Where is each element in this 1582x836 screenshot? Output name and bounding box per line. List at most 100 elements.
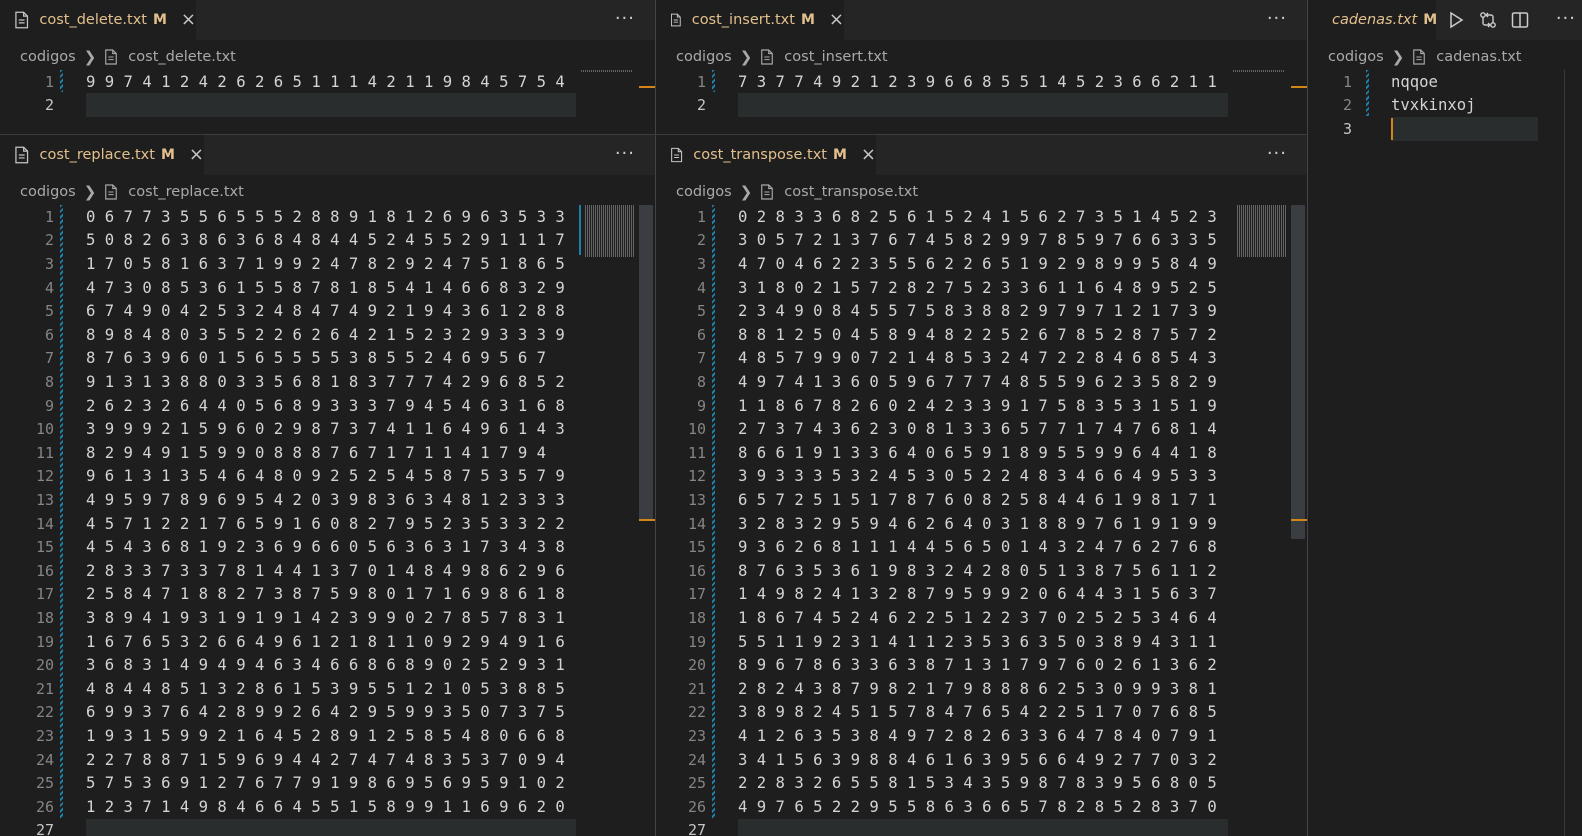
breadcrumb: codigos ❯ cost_delete.txt — [0, 40, 655, 74]
chevron-right-icon: ❯ — [739, 183, 753, 201]
code-line: 9 1 1 8 6 7 8 2 6 0 2 4 2 3 3 9 1 7 5 8 3… — [656, 394, 1217, 418]
breadcrumb-file[interactable]: cost_replace.txt — [128, 184, 243, 200]
tab-cost-delete[interactable]: cost_delete.txt M × — [0, 0, 196, 40]
line-text: 2 5 8 4 7 1 8 8 2 7 3 8 7 5 9 8 0 1 7 1 … — [86, 585, 565, 604]
scrollbar-track[interactable] — [1564, 70, 1565, 836]
code-line: 8 9 1 3 1 3 8 8 0 3 3 5 6 8 1 8 3 7 7 7 4… — [0, 370, 565, 394]
code-line: 21 2 8 2 4 3 8 7 9 8 2 1 7 9 8 8 8 6 2 5 … — [656, 677, 1217, 701]
close-icon[interactable]: × — [189, 146, 204, 164]
line-number: 22 — [35, 703, 54, 722]
line-text: 1 7 0 5 8 1 6 3 7 1 9 9 2 4 7 8 2 9 2 4 … — [86, 254, 565, 273]
line-text: 8 7 6 3 5 3 6 1 9 8 3 2 4 2 8 0 5 1 3 8 … — [738, 561, 1217, 580]
breadcrumb-file[interactable]: cost_delete.txt — [128, 49, 236, 65]
line-text: 9 9 7 4 1 2 4 2 6 2 6 5 1 1 1 4 2 1 1 9 … — [86, 72, 565, 91]
breadcrumb-file[interactable]: cost_insert.txt — [784, 49, 887, 65]
line-text: 1 9 3 1 5 9 9 2 1 6 4 5 2 8 9 1 2 5 8 5 … — [86, 726, 565, 745]
editor-area[interactable]: 1 0 6 7 7 3 5 5 6 5 5 5 2 8 8 9 1 8 1 2 6… — [0, 205, 655, 836]
scrollbar-thumb[interactable] — [1291, 205, 1305, 539]
line-number: 25 — [35, 774, 54, 793]
current-line-highlight — [738, 93, 1228, 117]
breadcrumb-folder[interactable]: codigos — [676, 49, 732, 65]
tab-cost-insert[interactable]: cost_insert.txt M × — [656, 0, 844, 40]
tab-cost-replace[interactable]: cost_replace.txt M × — [0, 135, 204, 175]
split-editor-icon[interactable] — [1510, 10, 1530, 30]
pane-cost-transpose: cost_transpose.txt M × ··· codigos ❯ cos… — [656, 135, 1307, 836]
line-number: 11 — [35, 443, 54, 462]
run-icon[interactable] — [1446, 10, 1466, 30]
code-line: 22 6 9 9 3 7 6 4 2 8 9 9 2 6 4 2 9 5 9 9 … — [0, 701, 565, 725]
code-line: 3 4 7 0 4 6 2 2 3 5 5 6 2 2 6 5 1 9 2 9 8… — [656, 252, 1217, 276]
scrollbar-thumb[interactable] — [639, 205, 653, 521]
line-number: 11 — [687, 443, 706, 462]
pane-divider[interactable] — [655, 0, 656, 836]
line-text: 6 9 9 3 7 6 4 2 8 9 9 2 6 4 2 9 5 9 9 3 … — [86, 703, 565, 722]
code-line: 19 5 5 1 1 9 2 3 1 4 1 1 2 3 5 3 6 3 5 0 … — [656, 630, 1217, 654]
file-icon — [15, 146, 29, 164]
line-text: 6 7 4 9 0 4 2 5 3 2 4 8 4 7 4 9 2 1 9 4 … — [86, 302, 565, 321]
tab-cadenas[interactable]: cadenas.txt M — [1308, 0, 1436, 40]
more-actions-icon[interactable]: ··· — [615, 143, 635, 164]
line-number: 8 — [696, 372, 706, 391]
tab-label: cadenas.txt — [1332, 12, 1418, 28]
close-icon[interactable]: × — [829, 11, 844, 29]
code-line: 1 0 6 7 7 3 5 5 6 5 5 5 2 8 8 9 1 8 1 2 6… — [0, 205, 565, 229]
code-line: 14 3 2 8 3 2 9 5 9 4 6 2 6 4 0 3 1 8 8 9 … — [656, 512, 1217, 536]
line-text: 7 3 7 7 4 9 2 1 2 3 9 6 6 8 5 5 1 4 5 2 … — [738, 72, 1217, 91]
line-number: 1 — [696, 207, 706, 226]
breadcrumb-folder[interactable]: codigos — [20, 49, 76, 65]
editor-area[interactable]: 1 7 3 7 7 4 9 2 1 2 3 9 6 6 8 5 5 1 4 5 … — [656, 70, 1307, 134]
more-actions-icon[interactable]: ··· — [615, 8, 635, 29]
current-line-highlight — [738, 818, 1228, 836]
code-line: 12 3 9 3 3 3 5 3 2 4 5 3 0 5 2 2 4 8 3 4 … — [656, 465, 1217, 489]
line-number: 23 — [687, 726, 706, 745]
line-text: 8 9 6 7 8 6 3 3 6 3 8 7 1 3 1 7 9 7 6 0 … — [738, 656, 1217, 675]
more-actions-icon[interactable]: ··· — [1556, 8, 1576, 29]
line-number: 2 — [696, 96, 706, 115]
line-number: 16 — [35, 561, 54, 580]
line-number: 5 — [44, 302, 54, 321]
line-number: 27 — [687, 821, 706, 836]
line-text: 6 5 7 2 5 1 5 1 7 8 7 6 0 8 2 5 8 4 4 6 … — [738, 490, 1217, 509]
line-number: 15 — [687, 538, 706, 557]
breadcrumb-folder[interactable]: codigos — [20, 184, 76, 200]
line-number: 21 — [687, 679, 706, 698]
close-icon[interactable]: × — [861, 146, 876, 164]
breadcrumb-folder[interactable]: codigos — [1328, 49, 1384, 65]
line-number: 19 — [35, 632, 54, 651]
code-line: 14 4 5 7 1 2 2 1 7 6 5 9 1 6 0 8 2 7 9 5 … — [0, 512, 565, 536]
breadcrumb: codigos ❯ cost_insert.txt — [656, 40, 1307, 74]
breadcrumb-file[interactable]: cost_transpose.txt — [784, 184, 918, 200]
pane-divider[interactable] — [0, 134, 1307, 135]
minimap[interactable] — [1229, 70, 1291, 134]
more-actions-icon[interactable]: ··· — [1267, 8, 1287, 29]
editor-area[interactable]: 1 0 2 8 3 3 6 8 2 5 6 1 5 2 4 1 5 6 2 7 3… — [656, 205, 1307, 836]
code-line: 23 1 9 3 1 5 9 9 2 1 6 4 5 2 8 9 1 2 5 8 … — [0, 724, 565, 748]
code-line: 13 6 5 7 2 5 1 5 1 7 8 7 6 0 8 2 5 8 4 4 … — [656, 488, 1217, 512]
minimap[interactable] — [577, 70, 639, 134]
editor-area[interactable]: 1 nqqoe 2 tvxkinxoj 3 — [1308, 70, 1582, 836]
scroll-position-marker — [639, 519, 655, 521]
code-line: 8 4 9 7 4 1 3 6 0 5 9 6 7 7 7 4 8 5 5 9 6… — [656, 370, 1217, 394]
pane-divider[interactable] — [1307, 0, 1308, 836]
code-line: 17 1 4 9 8 2 4 1 3 2 8 7 9 5 9 9 2 0 6 4 … — [656, 583, 1217, 607]
line-text: 9 6 1 3 1 3 5 4 6 4 8 0 9 2 5 2 5 4 5 8 … — [86, 467, 565, 486]
code-line: 16 2 8 3 3 7 3 3 7 8 1 4 4 1 3 7 0 1 4 8 … — [0, 559, 565, 583]
minimap[interactable] — [1229, 205, 1291, 836]
more-actions-icon[interactable]: ··· — [1267, 143, 1287, 164]
line-number: 13 — [687, 490, 706, 509]
current-line-highlight — [1391, 117, 1538, 142]
breadcrumb-file[interactable]: cadenas.txt — [1436, 49, 1521, 65]
close-icon[interactable]: × — [181, 11, 196, 29]
text-cursor — [1391, 118, 1393, 140]
editor-area[interactable]: 1 9 9 7 4 1 2 4 2 6 2 6 5 1 1 1 4 2 1 1 … — [0, 70, 655, 134]
tab-cost-transpose[interactable]: cost_transpose.txt M × — [656, 135, 876, 175]
code-line: 2 3 0 5 7 2 1 3 7 6 7 4 5 8 2 9 9 7 8 5 9… — [656, 229, 1217, 253]
minimap[interactable] — [577, 205, 639, 836]
current-line-highlight — [86, 93, 576, 117]
tab-bar: cost_transpose.txt M × ··· — [656, 135, 1307, 175]
tab-bar: cost_delete.txt M × ··· — [0, 0, 655, 40]
breadcrumb-folder[interactable]: codigos — [676, 184, 732, 200]
compare-changes-icon[interactable] — [1478, 10, 1498, 30]
file-icon — [1413, 49, 1426, 65]
code-line: 27 — [656, 819, 706, 836]
